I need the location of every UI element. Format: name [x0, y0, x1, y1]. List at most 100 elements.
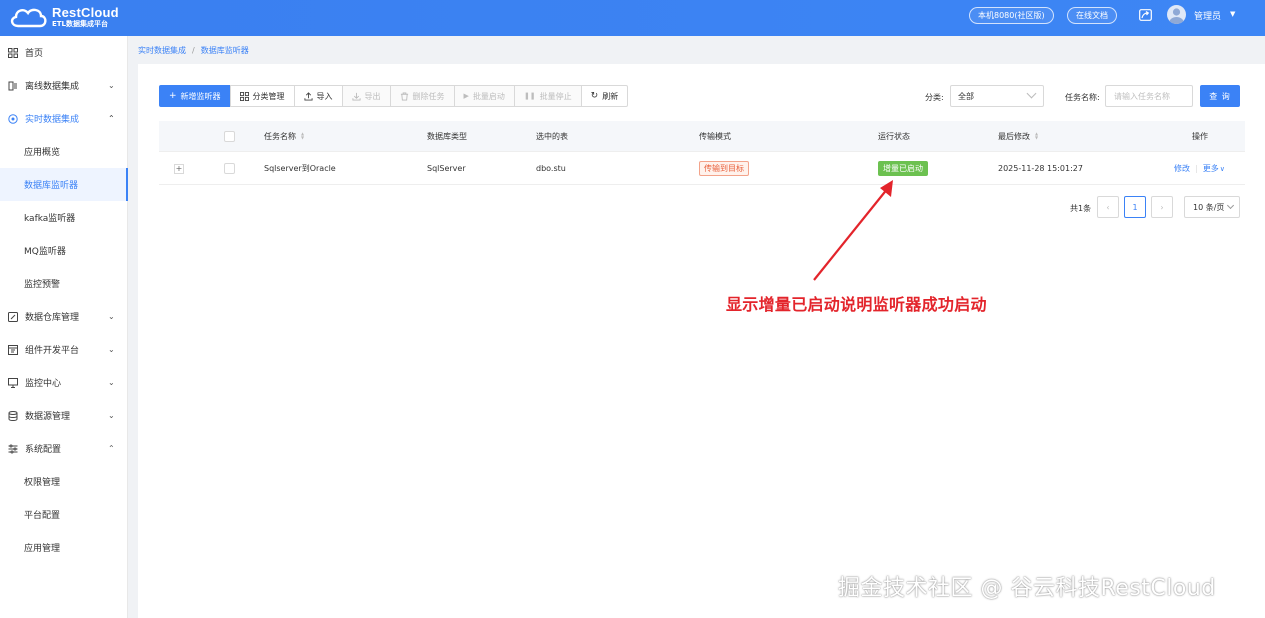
- chevron-up-icon: ⌃: [108, 444, 115, 453]
- sidebar-item-label: 数据库监听器: [24, 181, 79, 191]
- selected-table-cell: dbo.stu: [536, 164, 566, 173]
- component-icon: [8, 344, 18, 355]
- batch-start-label: 批量启动: [472, 91, 505, 101]
- logo[interactable]: RestCloud ETL数据集成平台: [8, 4, 119, 30]
- user-name[interactable]: 管理员: [1194, 9, 1221, 22]
- more-link[interactable]: 更多: [1203, 163, 1219, 174]
- warehouse-icon: [8, 311, 18, 322]
- category-manage-label: 分类管理: [252, 91, 285, 101]
- sidebar-item-monitor-alert[interactable]: 监控预警: [0, 267, 128, 300]
- sidebar-item-label: kafka监听器: [24, 214, 76, 224]
- table-header: 任务名称 ▲ ▼ 数据库类型 选中的表 传输模式 运行状态 最后修改 ▲ ▼ 操作: [159, 121, 1245, 152]
- column-header-name[interactable]: 任务名称 ▲ ▼: [264, 121, 304, 151]
- sidebar-item-platform-config[interactable]: 平台配置: [0, 498, 128, 531]
- chevron-down-icon: ⌄: [108, 378, 115, 387]
- pagination-total: 共1条: [1070, 204, 1092, 213]
- actions-cell: 修改 | 更多 ∨: [1174, 153, 1225, 184]
- sidebar-item-label: 应用概览: [24, 148, 61, 158]
- download-icon: [351, 92, 361, 101]
- monitor-icon: [8, 377, 18, 388]
- edit-link[interactable]: 修改: [1174, 163, 1190, 174]
- sidebar-item-app-overview[interactable]: 应用概览: [0, 135, 128, 168]
- task-name-label: 任务名称:: [1065, 93, 1100, 102]
- grid-icon: [239, 91, 249, 101]
- db-type-cell: SqlServer: [427, 164, 466, 173]
- sidebar-item-label: 平台配置: [24, 511, 61, 521]
- sidebar-item-component[interactable]: 组件开发平台 ⌄: [0, 333, 128, 366]
- page-size-select[interactable]: 10 条/页: [1184, 196, 1240, 218]
- plus-icon: +: [169, 91, 177, 101]
- sidebar-item-permission[interactable]: 权限管理: [0, 465, 128, 498]
- sidebar-item-datasource[interactable]: 数据源管理 ⌄: [0, 399, 128, 432]
- sidebar-item-kafka-listener[interactable]: kafka监听器: [0, 201, 128, 234]
- sidebar-item-label: 系统配置: [25, 445, 62, 455]
- prev-page-button[interactable]: ‹: [1097, 196, 1119, 218]
- sort-icon[interactable]: ▲ ▼: [301, 132, 304, 140]
- breadcrumb-parent[interactable]: 实时数据集成: [138, 45, 186, 56]
- page-1-button[interactable]: 1: [1124, 196, 1146, 218]
- header-label: 任务名称: [264, 131, 296, 141]
- chevron-down-icon: [1026, 88, 1037, 99]
- sidebar-item-label: 首页: [25, 49, 44, 59]
- chevron-up-icon: ⌃: [108, 114, 115, 123]
- sidebar-item-warehouse[interactable]: 数据仓库管理 ⌄: [0, 300, 128, 333]
- row-checkbox[interactable]: [224, 153, 235, 184]
- import-button[interactable]: 导入: [293, 85, 343, 107]
- logo-title: RestCloud: [52, 5, 119, 20]
- column-header-mode: 传输模式: [699, 131, 731, 141]
- sidebar-item-realtime[interactable]: 实时数据集成 ⌃: [0, 102, 128, 135]
- delete-task-button[interactable]: 删除任务: [389, 85, 455, 107]
- annotation-arrow-icon: [813, 180, 893, 281]
- offline-icon: [8, 81, 17, 90]
- table-row: + Sqlserver到Oracle SqlServer dbo.stu 传输到…: [159, 153, 1245, 185]
- sidebar-item-offline[interactable]: 离线数据集成 ⌄: [0, 69, 128, 102]
- sidebar-item-mq-listener[interactable]: MQ监听器: [0, 234, 128, 267]
- page-size-value: 10 条/页: [1193, 202, 1225, 212]
- select-all-checkbox[interactable]: [224, 121, 235, 151]
- category-select[interactable]: 全部: [950, 85, 1044, 107]
- refresh-button[interactable]: ↻ 刷新: [580, 85, 629, 107]
- sidebar-item-app-manage[interactable]: 应用管理: [0, 531, 128, 564]
- cloud-logo-icon: [10, 8, 47, 28]
- sidebar-item-label: 监控中心: [25, 379, 62, 389]
- sidebar-item-db-listener[interactable]: 数据库监听器: [0, 168, 128, 201]
- column-header-actions: 操作: [1192, 131, 1208, 141]
- column-header-modified[interactable]: 最后修改 ▲ ▼: [998, 121, 1038, 151]
- upload-icon: [303, 91, 313, 101]
- sidebar-item-monitor-center[interactable]: 监控中心 ⌄: [0, 366, 128, 399]
- expand-row-button[interactable]: +: [174, 153, 184, 184]
- add-listener-button[interactable]: + 新增监听器: [159, 85, 231, 107]
- batch-stop-button[interactable]: ❚❚ 批量停止: [513, 85, 582, 107]
- sidebar-item-label: 数据仓库管理: [25, 313, 80, 323]
- top-header: RestCloud ETL数据集成平台 本机8080(社区版) 在线文档 管理员…: [0, 0, 1265, 36]
- column-header-table: 选中的表: [536, 131, 568, 141]
- column-header-status: 运行状态: [878, 131, 910, 141]
- play-icon: ▶: [463, 92, 469, 100]
- export-button[interactable]: 导出: [341, 85, 391, 107]
- sidebar-item-home[interactable]: 首页: [0, 36, 128, 69]
- share-icon[interactable]: [1139, 9, 1152, 21]
- host-button[interactable]: 本机8080(社区版): [969, 7, 1054, 24]
- next-page-button[interactable]: ›: [1151, 196, 1173, 218]
- sidebar-item-label: 离线数据集成: [25, 82, 80, 92]
- sidebar-item-label: 组件开发平台: [25, 346, 80, 356]
- caret-down-icon[interactable]: ▼: [1230, 10, 1235, 18]
- modified-cell: 2025-11-28 15:01:27: [998, 164, 1083, 173]
- category-manage-button[interactable]: 分类管理: [229, 85, 295, 107]
- avatar[interactable]: [1167, 5, 1186, 24]
- plus-icon: +: [174, 163, 184, 174]
- query-button[interactable]: 查 询: [1200, 85, 1240, 107]
- pause-icon: ❚❚: [523, 92, 536, 100]
- task-name-input[interactable]: [1105, 85, 1193, 107]
- chevron-down-icon: ⌄: [108, 345, 115, 354]
- chevron-down-icon[interactable]: ∨: [1220, 165, 1225, 173]
- add-listener-label: 新增监听器: [180, 91, 221, 101]
- chevron-down-icon: ⌄: [108, 312, 115, 321]
- toolbar: + 新增监听器 分类管理 导入 导出 删除任务 ▶ 批量启动 ❚❚ 批量停止 ↻: [159, 85, 629, 107]
- docs-button[interactable]: 在线文档: [1067, 7, 1117, 24]
- batch-start-button[interactable]: ▶ 批量启动: [453, 85, 515, 107]
- sidebar-item-system-config[interactable]: 系统配置 ⌃: [0, 432, 128, 465]
- delete-task-label: 删除任务: [412, 91, 445, 101]
- sort-icon[interactable]: ▲ ▼: [1035, 132, 1038, 140]
- annotation-text: 显示增量已启动说明监听器成功启动: [726, 295, 987, 314]
